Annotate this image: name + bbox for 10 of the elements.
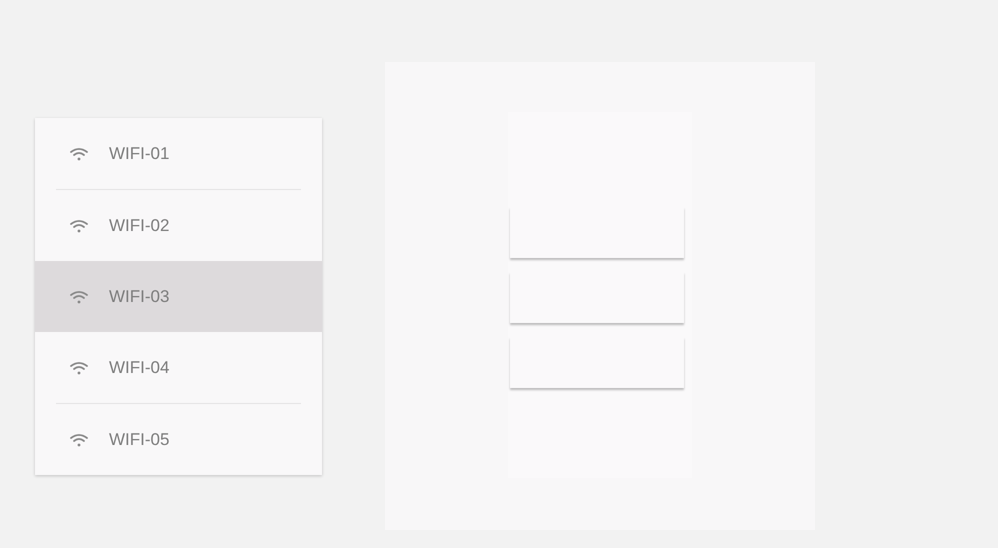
network-item[interactable]: WIFI-01 (35, 118, 322, 189)
wifi-icon (69, 360, 89, 374)
wifi-icon (69, 290, 89, 304)
wifi-icon (69, 146, 89, 160)
wifi-icon (69, 218, 89, 232)
wifi-icon (69, 432, 89, 446)
network-item[interactable]: WIFI-05 (35, 404, 322, 475)
network-item[interactable]: WIFI-03 (35, 261, 322, 332)
network-item[interactable]: WIFI-04 (35, 332, 322, 403)
network-item[interactable]: WIFI-02 (35, 190, 322, 261)
